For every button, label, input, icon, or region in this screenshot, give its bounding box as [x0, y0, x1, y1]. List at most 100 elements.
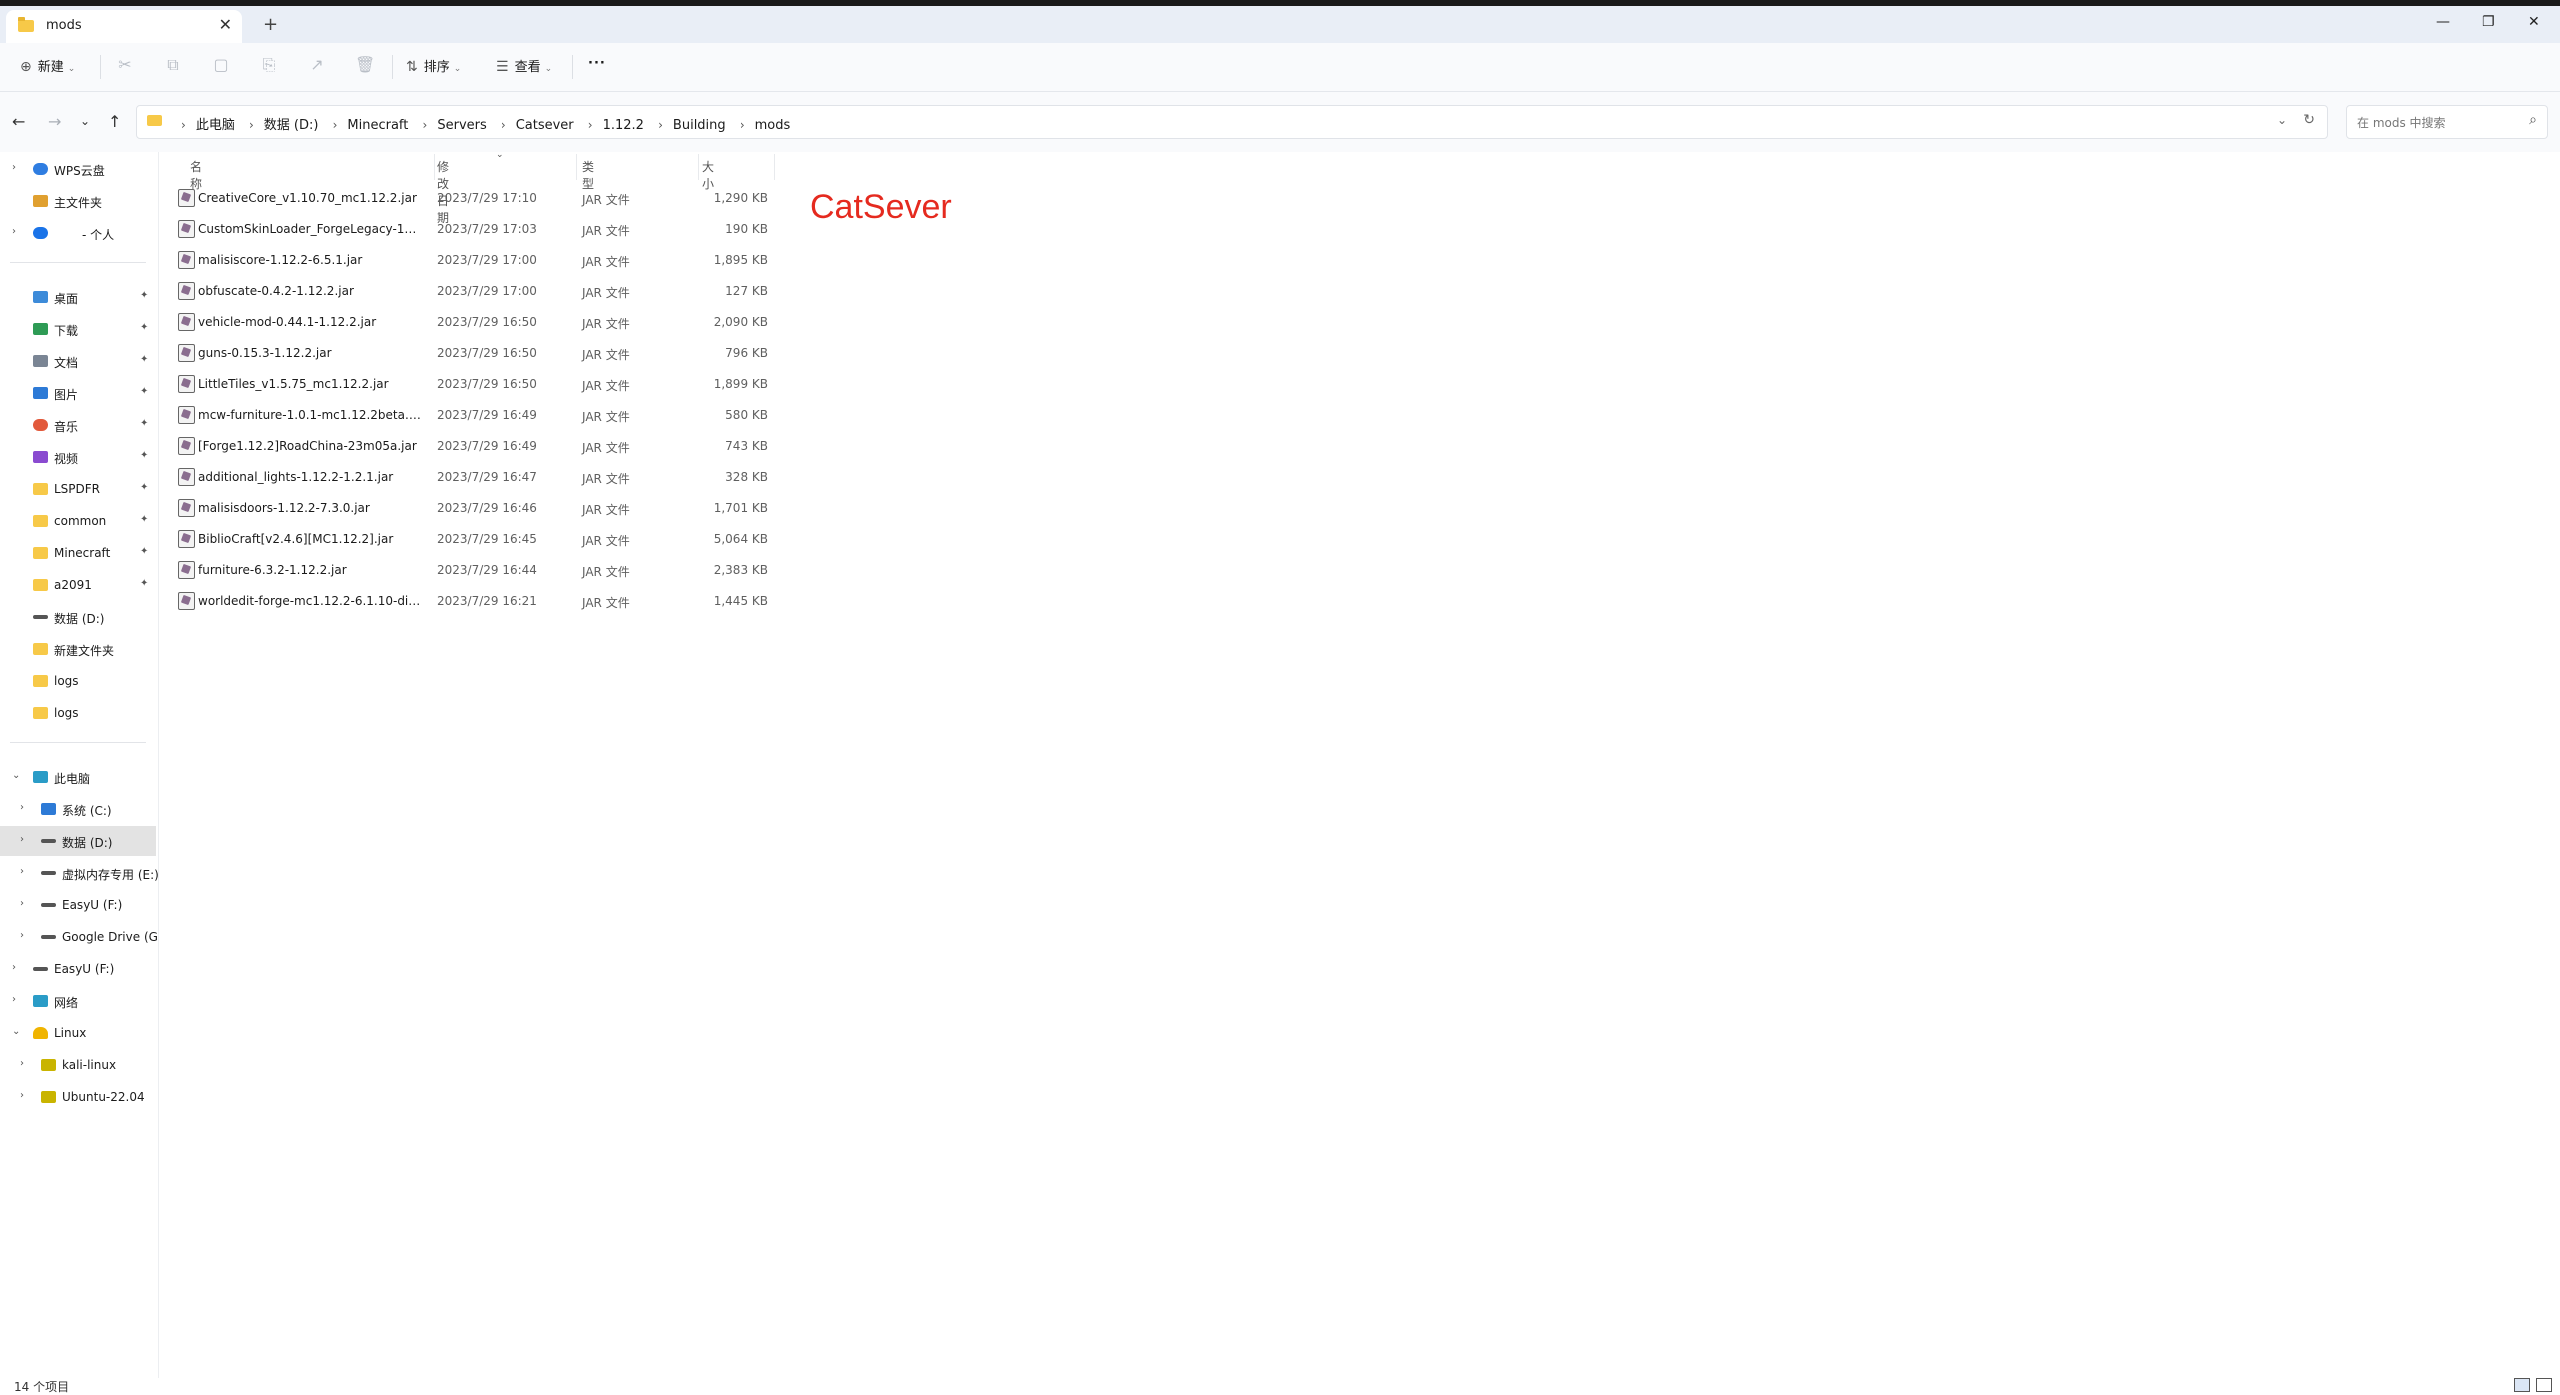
tab-mods[interactable]: mods ✕: [6, 10, 242, 43]
sidebar-item-drive-f[interactable]: › EasyU (F:): [0, 890, 156, 920]
chevron-right-icon[interactable]: ›: [20, 866, 24, 877]
chevron-down-icon[interactable]: ⌄: [12, 770, 20, 781]
sidebar-item-easyu[interactable]: › EasyU (F:): [0, 954, 156, 984]
file-row[interactable]: malisiscore-1.12.2-6.5.1.jar 2023/7/29 17…: [170, 244, 776, 275]
column-header-name[interactable]: 名称: [190, 158, 202, 191]
sidebar-item-minecraft[interactable]: Minecraft ✦: [0, 538, 156, 568]
delete-icon[interactable]: 🗑: [355, 55, 375, 75]
sidebar-item-new-folder[interactable]: 新建文件夹: [0, 634, 156, 664]
sidebar-item-drive-e[interactable]: › 虚拟内存专用 (E:): [0, 858, 159, 888]
sidebar-item-desktop[interactable]: 桌面 ✦: [0, 282, 156, 312]
chevron-right-icon[interactable]: ›: [20, 898, 24, 909]
rename-icon[interactable]: ⎘: [259, 55, 279, 75]
minimize-button[interactable]: —: [2436, 14, 2450, 30]
file-row[interactable]: CreativeCore_v1.10.70_mc1.12.2.jar 2023/7…: [170, 182, 776, 213]
breadcrumb-separator: ›: [739, 118, 745, 132]
file-row[interactable]: vehicle-mod-0.44.1-1.12.2.jar 2023/7/29 1…: [170, 306, 776, 337]
column-header-date[interactable]: 修改日期: [437, 158, 449, 225]
details-view-icon[interactable]: [2514, 1378, 2530, 1392]
new-button[interactable]: ⊕ 新建 ⌄: [20, 56, 75, 75]
sidebar-item-home[interactable]: 主文件夹: [0, 186, 156, 216]
file-row[interactable]: [Forge1.12.2]RoadChina-23m05a.jar 2023/7/…: [170, 430, 776, 461]
address-bar[interactable]: › 此电脑 › 数据 (D:) › Minecraft › Servers › Catse…: [136, 105, 2328, 139]
sidebar-item-common[interactable]: common ✦: [0, 506, 156, 536]
crumb-this-pc[interactable]: 此电脑: [196, 118, 235, 133]
forward-icon[interactable]: →: [48, 112, 61, 131]
cut-icon[interactable]: ✂: [115, 55, 135, 75]
sidebar-item-pictures[interactable]: 图片 ✦: [0, 378, 156, 408]
file-row[interactable]: mcw-furniture-1.0.1-mc1.12.2beta.jar 2023…: [170, 399, 776, 430]
file-row[interactable]: malisisdoors-1.12.2-7.3.0.jar 2023/7/29 1…: [170, 492, 776, 523]
back-icon[interactable]: ←: [12, 112, 25, 131]
sidebar-item-music[interactable]: 音乐 ✦: [0, 410, 156, 440]
chevron-right-icon[interactable]: ›: [20, 930, 24, 941]
chevron-right-icon[interactable]: ›: [12, 962, 16, 973]
recent-chevron-icon[interactable]: ⌄: [80, 114, 90, 128]
sidebar-item-ubuntu[interactable]: › Ubuntu-22.04: [0, 1082, 156, 1112]
file-type: JAR 文件: [582, 441, 630, 455]
maximize-button[interactable]: ❐: [2482, 14, 2495, 30]
refresh-icon[interactable]: ↻: [2303, 112, 2315, 128]
crumb-minecraft[interactable]: Minecraft: [347, 118, 408, 133]
sidebar-item-google-drive[interactable]: › Google Drive (G: [0, 922, 158, 952]
view-button[interactable]: ☰ 查看 ⌄: [496, 56, 552, 75]
chevron-right-icon[interactable]: ›: [20, 802, 24, 813]
address-dropdown-icon[interactable]: ⌄: [2277, 113, 2287, 127]
file-row[interactable]: worldedit-forge-mc1.12.2-6.1.10-dist....…: [170, 585, 776, 616]
crumb-catsever[interactable]: Catsever: [516, 118, 574, 133]
chevron-right-icon[interactable]: ›: [20, 1090, 24, 1101]
chevron-right-icon[interactable]: ›: [20, 834, 24, 845]
crumb-drive-d[interactable]: 数据 (D:): [264, 118, 319, 133]
sidebar-item-a2091[interactable]: a2091 ✦: [0, 570, 156, 600]
close-window-button[interactable]: ✕: [2528, 14, 2540, 30]
up-icon[interactable]: ↑: [108, 112, 121, 131]
file-row[interactable]: obfuscate-0.4.2-1.12.2.jar 2023/7/29 17:0…: [170, 275, 776, 306]
sidebar-item-documents[interactable]: 文档 ✦: [0, 346, 156, 376]
more-options-button[interactable]: ···: [588, 56, 606, 71]
search-box[interactable]: 在 mods 中搜索 ⌕: [2346, 105, 2548, 139]
crumb-version[interactable]: 1.12.2: [603, 118, 644, 133]
chevron-right-icon[interactable]: ›: [20, 1058, 24, 1069]
sidebar-item-logs[interactable]: logs: [0, 698, 156, 728]
sidebar-item-onedrive[interactable]: › - 个人: [0, 218, 156, 248]
crumb-mods[interactable]: mods: [755, 118, 791, 133]
file-row[interactable]: LittleTiles_v1.5.75_mc1.12.2.jar 2023/7/2…: [170, 368, 776, 399]
column-header-type[interactable]: 类型: [582, 158, 594, 191]
jar-file-icon: [178, 561, 195, 579]
chevron-right-icon[interactable]: ›: [12, 226, 16, 237]
sort-button[interactable]: ⇅ 排序 ⌄: [406, 56, 461, 75]
column-header-size[interactable]: 大小: [702, 158, 714, 191]
chevron-down-icon[interactable]: ⌄: [12, 1026, 20, 1037]
file-row[interactable]: BiblioCraft[v2.4.6][MC1.12.2].jar 2023/7/…: [170, 523, 776, 554]
crumb-servers[interactable]: Servers: [437, 118, 486, 133]
network-icon: [33, 995, 48, 1007]
sidebar-item-drive-d[interactable]: › 数据 (D:): [0, 826, 156, 856]
paste-icon[interactable]: ▢: [211, 55, 231, 75]
sidebar-item-network[interactable]: › 网络: [0, 986, 156, 1016]
sidebar-item-videos[interactable]: 视频 ✦: [0, 442, 156, 472]
pin-icon: ✦: [140, 578, 149, 589]
copy-icon[interactable]: ⧉: [163, 55, 183, 75]
column-divider: [434, 154, 435, 180]
tab-close-button[interactable]: ✕: [219, 15, 232, 34]
file-row[interactable]: guns-0.15.3-1.12.2.jar 2023/7/29 16:50 JAR…: [170, 337, 776, 368]
chevron-right-icon[interactable]: ›: [12, 994, 16, 1005]
sidebar-item-lspdfr[interactable]: LSPDFR ✦: [0, 474, 156, 504]
sidebar-item-this-pc[interactable]: ⌄ 此电脑: [0, 762, 156, 792]
sidebar-item-linux[interactable]: ⌄ Linux: [0, 1018, 156, 1048]
sidebar-item-drive-c[interactable]: › 系统 (C:): [0, 794, 156, 824]
file-row[interactable]: additional_lights-1.12.2-1.2.1.jar 2023/7…: [170, 461, 776, 492]
sidebar-item-label: 桌面: [54, 292, 79, 306]
file-row[interactable]: furniture-6.3.2-1.12.2.jar 2023/7/29 16:4…: [170, 554, 776, 585]
tiles-view-icon[interactable]: [2536, 1378, 2552, 1392]
sidebar-item-kali-linux[interactable]: › kali-linux: [0, 1050, 156, 1080]
crumb-building[interactable]: Building: [673, 118, 726, 133]
sidebar-item-downloads[interactable]: 下载 ✦: [0, 314, 156, 344]
chevron-right-icon[interactable]: ›: [12, 162, 16, 173]
sidebar-item-wps-cloud[interactable]: › WPS云盘: [0, 154, 156, 184]
new-tab-button[interactable]: +: [263, 14, 278, 35]
share-icon[interactable]: ↗: [307, 55, 327, 75]
file-row[interactable]: CustomSkinLoader_ForgeLegacy-14.1... 2023…: [170, 213, 776, 244]
sidebar-item-logs[interactable]: logs: [0, 666, 156, 696]
sidebar-item-drive-d[interactable]: 数据 (D:): [0, 602, 156, 632]
